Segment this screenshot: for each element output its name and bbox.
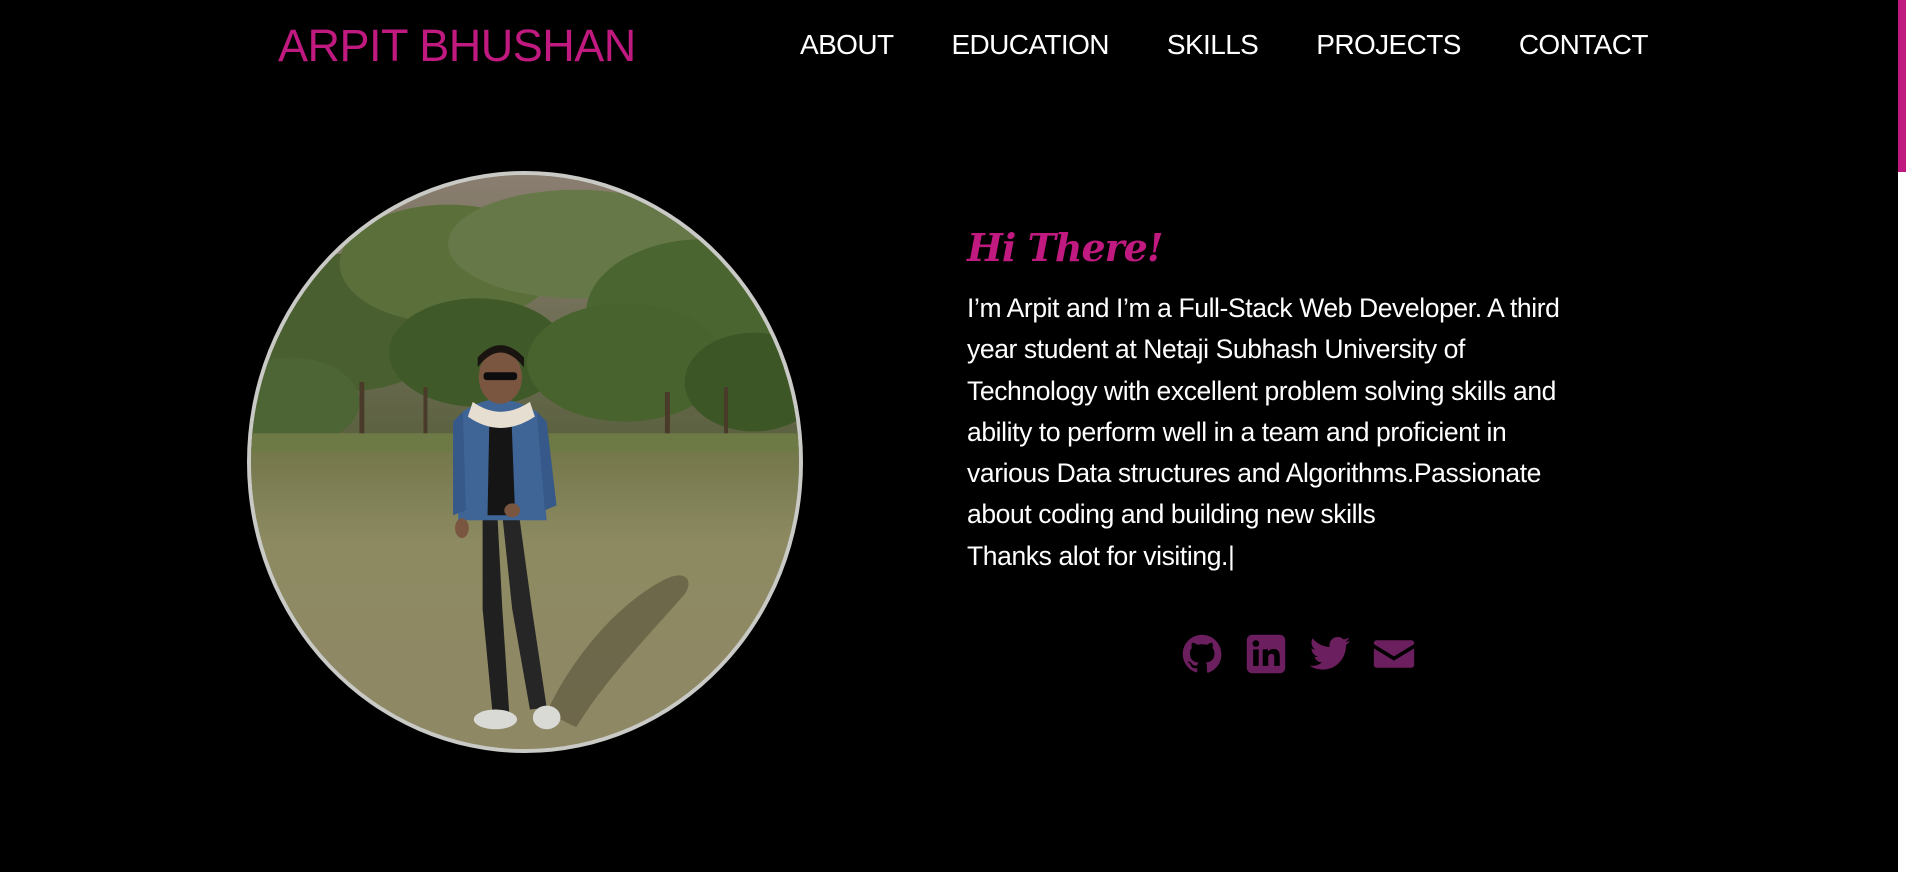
greeting-heading: Hi There! [967, 225, 1164, 270]
nav-link-about[interactable]: ABOUT [800, 28, 894, 62]
nav-item-projects: PROJECTS [1316, 28, 1461, 62]
github-icon [1182, 634, 1222, 673]
bio-line-typing: Thanks alot for visiting.| [967, 540, 1235, 571]
nav-item-about: ABOUT [800, 28, 894, 62]
email-link[interactable] [1371, 632, 1417, 676]
bio-line: year student at Netaji Subhash Universit… [967, 334, 1465, 365]
nav-link-skills[interactable]: SKILLS [1167, 28, 1259, 62]
profile-photo-image [251, 175, 799, 749]
envelope-icon [1373, 640, 1415, 668]
bio-line: about coding and building new skills [967, 499, 1376, 530]
nav-link-projects[interactable]: PROJECTS [1316, 28, 1461, 62]
intro-section: Hi There! I’m Arpit and I’m a Full-Stack… [967, 224, 1607, 577]
site-logo[interactable]: ARPIT BHUSHAN [278, 22, 636, 70]
scroll-thumb[interactable] [1898, 0, 1906, 172]
bio-line: I’m Arpit and I’m a Full-Stack Web Devel… [967, 293, 1560, 323]
github-link[interactable] [1179, 632, 1225, 676]
bio-line: ability to perform well in a team and pr… [967, 416, 1507, 447]
main-nav: ABOUT EDUCATION SKILLS PROJECTS CONTACT [800, 28, 1648, 62]
profile-photo [247, 171, 803, 753]
bio-line: Technology with excellent problem solvin… [967, 375, 1557, 406]
twitter-link[interactable] [1307, 632, 1353, 676]
bio-line: various Data structures and Algorithms.P… [967, 458, 1541, 489]
linkedin-icon [1246, 634, 1286, 674]
social-links [1179, 632, 1417, 676]
nav-item-skills: SKILLS [1167, 28, 1259, 62]
linkedin-link[interactable] [1243, 632, 1289, 676]
scroll-track[interactable] [1898, 0, 1906, 872]
portfolio-page: ARPIT BHUSHAN ABOUT EDUCATION SKILLS PRO… [0, 0, 1906, 872]
nav-item-education: EDUCATION [951, 28, 1109, 62]
bio-paragraph: I’m Arpit and I’m a Full-Stack Web Devel… [967, 288, 1607, 577]
nav-link-education[interactable]: EDUCATION [951, 28, 1109, 62]
nav-link-contact[interactable]: CONTACT [1519, 28, 1649, 62]
nav-item-contact: CONTACT [1519, 28, 1649, 62]
twitter-icon [1309, 636, 1351, 670]
